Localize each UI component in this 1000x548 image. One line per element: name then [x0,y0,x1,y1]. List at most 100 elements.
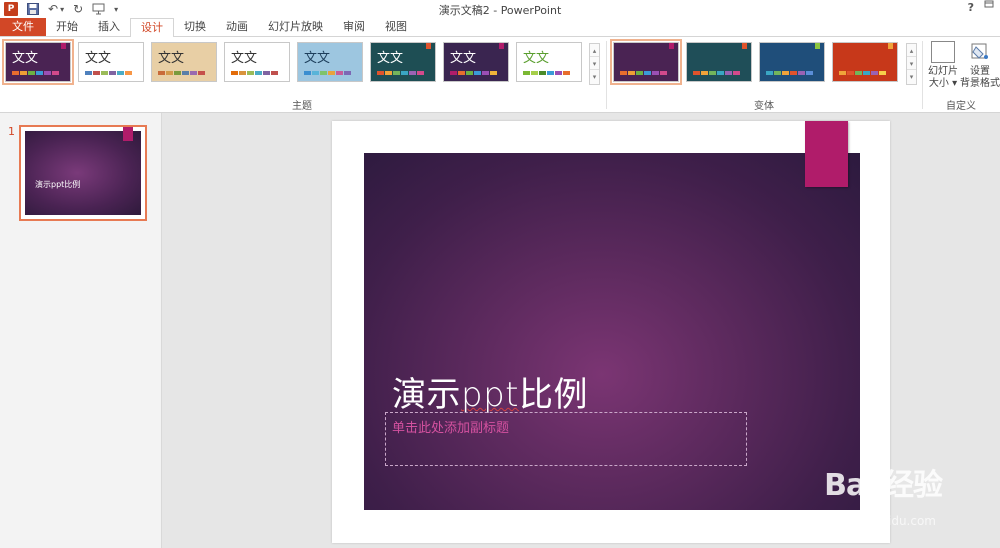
color-swatch [839,71,846,75]
title-part-1: 演示 [392,375,461,415]
theme-thumbnail-text: 文文 [231,51,258,66]
color-swatch [766,71,773,75]
variant-thumbnail-3[interactable] [759,42,825,82]
color-swatch [450,71,457,75]
color-swatch [523,71,530,75]
theme-thumbnail-accent [426,43,431,49]
color-swatch [85,71,92,75]
scroll-up-icon[interactable]: ▴ [907,44,916,58]
slide-size-button[interactable]: 幻灯片 大小 ▾ [925,41,961,90]
variant-thumbnail-accent [815,43,820,49]
color-swatch [101,71,108,75]
color-swatch [385,71,392,75]
format-background-button[interactable]: 设置 背景格式 [960,41,1000,90]
tab-insert[interactable]: 插入 [88,18,130,36]
tab-slideshow[interactable]: 幻灯片放映 [258,18,333,36]
color-swatch [182,71,189,75]
color-swatch [693,71,700,75]
theme-thumbnail-8[interactable]: 文文 [516,42,582,82]
gallery-more-icon[interactable]: ▾ [907,70,916,83]
color-swatch [231,71,238,75]
workspace: 1 演示ppt比例 演示ppt比例 单击此处添加副标题 Bai 经验 jingy… [0,113,1000,548]
color-swatch [879,71,886,75]
format-background-label-2: 背景格式 [960,78,1000,89]
subtitle-placeholder-text: 单击此处添加副标题 [392,421,510,436]
color-swatch [636,71,643,75]
scroll-down-icon[interactable]: ▾ [590,57,599,71]
color-swatch [166,71,173,75]
color-swatch [709,71,716,75]
variants-group-label: 变体 [754,101,774,112]
color-swatch [782,71,789,75]
subtitle-placeholder[interactable]: 单击此处添加副标题 [385,412,747,466]
variant-color-swatches [766,71,813,75]
slide-accent-tag [805,121,848,187]
theme-color-swatches [304,71,351,75]
slide-size-label-2: 大小 ▾ [928,78,958,89]
color-swatch [174,71,181,75]
color-swatch [644,71,651,75]
tab-animations[interactable]: 动画 [216,18,258,36]
slide-canvas[interactable]: 演示ppt比例 单击此处添加副标题 [332,121,890,543]
color-swatch [652,71,659,75]
color-swatch [871,71,878,75]
color-swatch [628,71,635,75]
theme-color-swatches [231,71,278,75]
color-swatch [531,71,538,75]
slide-thumbnail[interactable]: 演示ppt比例 [19,125,147,221]
color-swatch [798,71,805,75]
tab-transitions[interactable]: 切换 [174,18,216,36]
theme-thumbnail-2[interactable]: 文文 [78,42,144,82]
color-swatch [263,71,270,75]
color-swatch [733,71,740,75]
ribbon-tabs: 文件 开始 插入 设计 切换 动画 幻灯片放映 审阅 视图 [0,18,1000,38]
tab-home[interactable]: 开始 [46,18,88,36]
color-swatch [482,71,489,75]
variants-gallery-scroll[interactable]: ▴ ▾ ▾ [906,43,917,85]
variant-thumbnail-1[interactable] [610,39,682,85]
theme-thumbnail-5[interactable]: 文文 [297,42,363,82]
theme-color-swatches [450,71,497,75]
ribbon-display-options-icon[interactable] [984,0,994,12]
help-icon[interactable]: ? [968,1,974,14]
color-swatch [563,71,570,75]
color-swatch [190,71,197,75]
color-swatch [12,71,19,75]
theme-thumbnail-text: 文文 [523,51,550,66]
window-title: 演示文稿2 - PowerPoint [438,4,562,17]
scroll-up-icon[interactable]: ▴ [590,44,599,58]
variant-thumbnail-2[interactable] [686,42,752,82]
color-swatch [466,71,473,75]
color-swatch [109,71,116,75]
color-swatch [620,71,627,75]
theme-color-swatches [12,71,59,75]
theme-thumbnail-6[interactable]: 文文 [370,42,436,82]
color-swatch [458,71,465,75]
powerpoint-window: P ↶ ▾ ↻ ▾ 演示文稿2 - PowerPoint ? 文件 开始 插入 … [0,0,1000,548]
baidu-watermark-url: jingyan.baidu.com [825,514,936,528]
theme-thumbnail-accent [61,43,66,49]
themes-gallery-scroll[interactable]: ▴ ▾ ▾ [589,43,600,85]
variant-thumbnail-accent [669,43,674,49]
theme-thumbnail-1[interactable]: 文文 [2,39,74,85]
tab-view[interactable]: 视图 [375,18,417,36]
theme-thumbnail-text: 文文 [450,51,477,66]
gallery-more-icon[interactable]: ▾ [590,70,599,83]
theme-thumbnail-text: 文文 [377,51,404,66]
theme-color-swatches [158,71,205,75]
theme-color-swatches [523,71,570,75]
color-swatch [409,71,416,75]
color-swatch [255,71,262,75]
tab-review[interactable]: 审阅 [333,18,375,36]
tab-file[interactable]: 文件 [0,18,46,36]
theme-thumbnail-3[interactable]: 文文 [151,42,217,82]
tab-design[interactable]: 设计 [130,18,174,38]
color-swatch [44,71,51,75]
slide-thumbnail-title: 演示ppt比例 [35,180,81,189]
scroll-down-icon[interactable]: ▾ [907,57,916,71]
theme-thumbnail-4[interactable]: 文文 [224,42,290,82]
slide-title[interactable]: 演示ppt比例 [392,367,588,416]
variant-thumbnail-4[interactable] [832,42,898,82]
color-swatch [393,71,400,75]
theme-thumbnail-7[interactable]: 文文 [443,42,509,82]
